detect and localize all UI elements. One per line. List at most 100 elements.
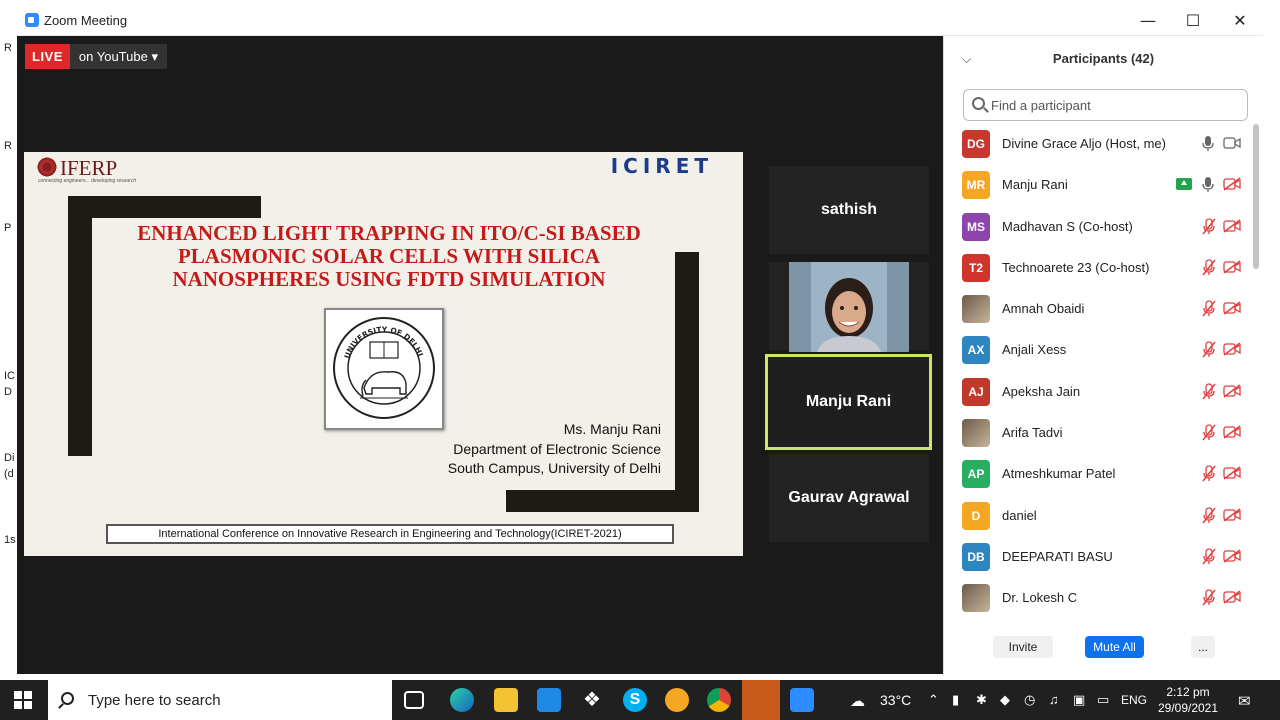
tile-name: sathish [820,201,877,218]
avatar: D [962,501,990,530]
participant-name: daniel [1002,507,1037,523]
presenter-department: Department of Electronic Science [453,440,661,457]
notifications-icon[interactable]: ✉ [1238,692,1251,710]
desktop-text-fragment: P [4,222,12,234]
slide-title-line: ENHANCED LIGHT TRAPPING IN ITO/C-SI BASE… [137,221,641,245]
video-tile-manju-rani[interactable]: Manju Rani [765,354,932,450]
search-input[interactable] [991,92,1241,118]
participant-row[interactable]: Amnah Obaidi [944,288,1244,329]
taskbar-search[interactable]: Type here to search [48,680,392,720]
invite-button[interactable]: Invite [993,636,1053,658]
participant-name: Manju Rani [1002,177,1068,193]
iferp-logo-icon [36,156,58,178]
maximize-button[interactable]: ☐ [1178,9,1208,33]
video-off-icon[interactable] [1223,177,1241,191]
active-app-icon[interactable] [742,680,780,720]
video-off-icon[interactable] [1223,549,1241,563]
participant-search[interactable] [963,89,1248,121]
video-off-icon[interactable] [1223,342,1241,357]
video-off-icon[interactable] [1223,218,1241,233]
video-off-icon[interactable] [1223,384,1241,398]
microphone-icon[interactable] [1202,176,1214,193]
microphone-muted-icon[interactable] [1202,424,1216,441]
microphone-muted-icon[interactable] [1202,548,1216,565]
participant-row[interactable]: Arifa Tadvi [944,412,1244,453]
participant-row[interactable]: Ddaniel [944,495,1244,536]
skype-icon[interactable]: S [623,688,647,712]
task-view-icon[interactable] [404,691,424,709]
windows-start-icon[interactable] [14,691,32,709]
zoom-taskbar-icon[interactable] [790,688,814,712]
taskbar-search-text: Type here to search [88,692,221,709]
scrollbar[interactable] [1253,124,1259,269]
participant-face [789,262,909,352]
participant-row[interactable]: MS Madhavan S (Co-host) [944,206,1244,247]
microphone-muted-icon[interactable] [1202,259,1216,276]
microphone-muted-icon[interactable] [1202,589,1216,606]
screen: R R P IC D Di (d 1s Zoom Meeting — ☐ ✕ L… [0,0,1280,720]
participant-row[interactable]: AJ Apeksha Jain [944,371,1244,412]
language-indicator[interactable]: ENG [1121,693,1147,707]
wifi-icon[interactable]: ◷ [1024,692,1035,708]
screen-share-icon [1176,178,1192,191]
presenter-name: Ms. Manju Rani [563,421,661,437]
network-icon[interactable]: ▣ [1073,692,1085,708]
edge-icon[interactable] [450,688,474,712]
video-off-icon[interactable] [1223,508,1241,522]
video-camera-icon[interactable] [1223,136,1241,150]
avatar: AP [962,460,990,489]
live-target-dropdown[interactable]: on YouTube ▾ [69,44,167,69]
microphone-muted-icon[interactable] [1202,507,1216,524]
live-label: LIVE [25,44,70,69]
taskbar-clock[interactable]: 2:12 pm 29/09/2021 [1150,684,1226,716]
video-off-icon[interactable] [1223,425,1241,439]
microphone-muted-icon[interactable] [1202,300,1216,317]
meeting-video-area: LIVE on YouTube ▾ IFERP connecting engin… [17,36,943,674]
live-stream-badge[interactable]: LIVE on YouTube ▾ [25,44,167,69]
window-title: Zoom Meeting [44,13,128,28]
shared-screen-slide: IFERP connecting engineers... developing… [24,152,743,556]
participant-row[interactable]: Dr. Lokesh C [944,577,1244,618]
microphone-muted-icon[interactable] [1202,217,1216,235]
file-explorer-icon[interactable] [494,688,518,712]
chrome-icon[interactable] [707,688,731,712]
participant-name: DEEPARATI BASU [1002,548,1113,564]
mute-all-button[interactable]: Mute All [1085,636,1144,658]
battery-icon[interactable]: ▭ [1097,692,1109,708]
video-off-icon[interactable] [1223,260,1241,274]
show-hidden-icons-icon[interactable]: ⌃ [928,692,939,708]
participant-name: Madhavan S (Co-host) [1002,218,1133,234]
mail-icon[interactable] [537,688,561,712]
volume-icon[interactable]: ♫ [1049,692,1059,707]
dropbox-icon[interactable]: ❖ [580,688,604,712]
video-off-icon[interactable] [1223,590,1241,604]
close-button[interactable]: ✕ [1225,9,1255,33]
security-icon[interactable]: ◆ [1000,692,1010,708]
participant-row[interactable]: DG Divine Grace Aljo (Host, me) [944,123,1244,164]
video-tile-gaurav-agrawal[interactable]: Gaurav Agrawal [769,454,929,542]
video-off-icon[interactable] [1223,466,1241,480]
video-tile-sathish[interactable]: sathish [769,166,929,254]
university-seal: UNIVERSITY OF DELHI [324,308,444,430]
video-tile-camera[interactable] [769,262,929,352]
microphone-muted-icon[interactable] [1202,465,1216,482]
participant-row[interactable]: T2 Technoarete 23 (Co-host) [944,247,1244,288]
participant-row[interactable]: DB DEEPARATI BASU [944,536,1244,577]
app-icon[interactable] [665,688,689,712]
weather-text[interactable]: 33°C [880,692,911,708]
microphone-muted-icon[interactable] [1202,383,1216,400]
microphone-muted-icon[interactable] [1202,341,1216,358]
bluetooth-icon[interactable]: ✱ [976,692,987,708]
more-button[interactable]: ... [1191,636,1215,658]
minimize-button[interactable]: — [1133,9,1163,33]
slide-title-line: NANOSPHERES USING FDTD SIMULATION [172,267,606,291]
slide-title-line: PLASMONIC SOLAR CELLS WITH SILICA [177,244,601,268]
microphone-icon[interactable] [1202,135,1214,152]
participant-row[interactable]: AX Anjali Xess [944,329,1244,370]
participant-row[interactable]: AP Atmeshkumar Patel [944,453,1244,494]
participant-row[interactable]: MR Manju Rani [944,164,1244,205]
search-icon [972,97,985,110]
video-off-icon[interactable] [1223,301,1241,315]
frame-bar [506,490,699,512]
logo-subtitle: connecting engineers... developing resea… [38,178,137,184]
